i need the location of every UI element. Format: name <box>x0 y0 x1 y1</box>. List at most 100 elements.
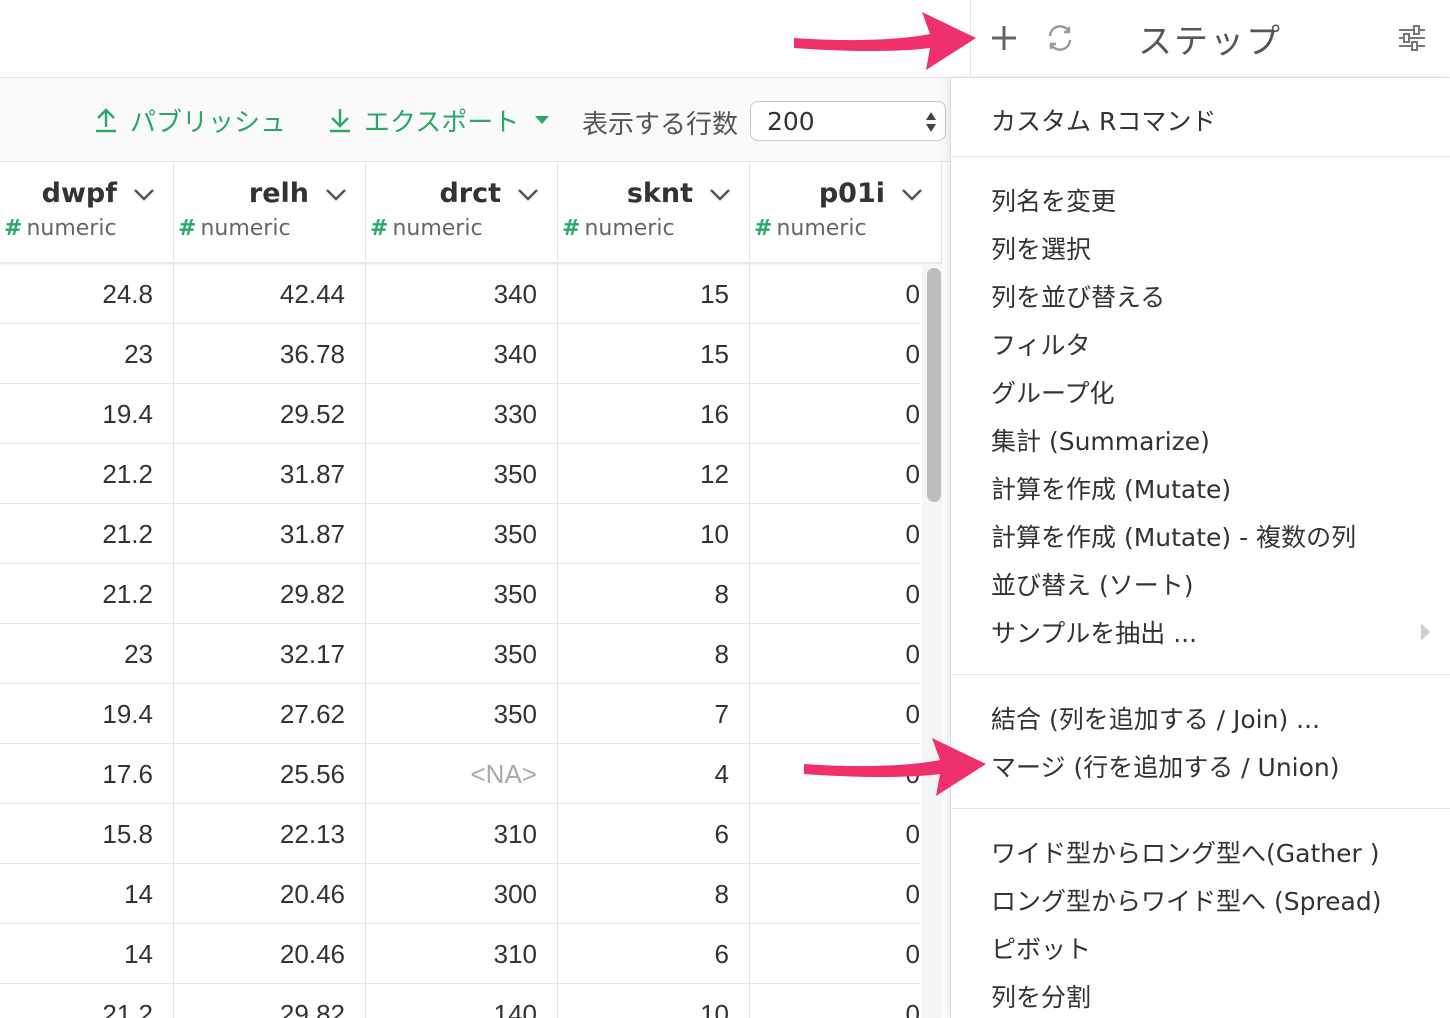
table-cell[interactable]: 21.2 <box>0 984 174 1018</box>
export-button[interactable]: エクスポート <box>328 102 550 138</box>
table-cell[interactable]: 350 <box>366 564 558 624</box>
table-cell[interactable]: 350 <box>366 684 558 744</box>
table-cell[interactable]: 31.87 <box>174 504 366 564</box>
chevron-down-icon[interactable] <box>709 186 731 202</box>
column-header-p01i[interactable]: p01i # numeric <box>750 162 942 262</box>
menu-item-pivot[interactable]: ピボット <box>991 930 1091 966</box>
table-row[interactable]: 19.4 27.62 350 7 0 <box>0 684 920 744</box>
table-cell[interactable]: 140 <box>366 984 558 1018</box>
table-cell[interactable]: 0 <box>750 264 920 324</box>
column-header-dwpf[interactable]: dwpf # numeric <box>0 162 174 262</box>
menu-item-split-column[interactable]: 列を分割 <box>991 978 1091 1014</box>
table-cell[interactable]: 8 <box>558 624 750 684</box>
table-row[interactable]: 14 20.46 300 8 0 <box>0 864 920 924</box>
table-cell[interactable]: 0 <box>750 624 920 684</box>
table-cell[interactable]: 23 <box>0 624 174 684</box>
menu-item-mutate-multiple[interactable]: 計算を作成 (Mutate) - 複数の列 <box>991 518 1356 554</box>
table-cell[interactable]: 7 <box>558 684 750 744</box>
table-row[interactable]: 14 20.46 310 6 0 <box>0 924 920 984</box>
table-cell[interactable]: 310 <box>366 924 558 984</box>
menu-item-filter[interactable]: フィルタ <box>991 326 1091 362</box>
table-cell[interactable]: 12 <box>558 444 750 504</box>
table-cell[interactable]: 0 <box>750 324 920 384</box>
menu-item-group-by[interactable]: グループ化 <box>991 374 1115 410</box>
table-cell[interactable]: 14 <box>0 924 174 984</box>
menu-item-gather[interactable]: ワイド型からロング型へ(Gather ) <box>991 834 1379 870</box>
menu-item-sample[interactable]: サンプルを抽出 ... <box>991 614 1197 650</box>
table-cell[interactable]: 29.82 <box>174 564 366 624</box>
table-cell[interactable]: 36.78 <box>174 324 366 384</box>
table-row[interactable]: 19.4 29.52 330 16 0 <box>0 384 920 444</box>
table-cell[interactable]: 19.4 <box>0 384 174 444</box>
table-row[interactable]: 21.2 31.87 350 12 0 <box>0 444 920 504</box>
table-cell[interactable]: 17.6 <box>0 744 174 804</box>
menu-item-summarize[interactable]: 集計 (Summarize) <box>991 422 1210 458</box>
table-cell[interactable]: 340 <box>366 264 558 324</box>
column-header-sknt[interactable]: sknt # numeric <box>558 162 750 262</box>
table-cell[interactable]: 31.87 <box>174 444 366 504</box>
table-row[interactable]: 21.2 29.82 140 10 0 <box>0 984 920 1018</box>
table-row[interactable]: 21.2 31.87 350 10 0 <box>0 504 920 564</box>
table-cell[interactable]: 29.52 <box>174 384 366 444</box>
refresh-button[interactable] <box>1040 16 1080 60</box>
table-row[interactable]: 21.2 29.82 350 8 0 <box>0 564 920 624</box>
table-cell[interactable]: 10 <box>558 504 750 564</box>
table-cell[interactable]: 25.56 <box>174 744 366 804</box>
table-cell[interactable]: 8 <box>558 564 750 624</box>
table-cell[interactable]: 6 <box>558 804 750 864</box>
table-cell[interactable]: 300 <box>366 864 558 924</box>
table-cell[interactable]: 10 <box>558 984 750 1018</box>
chevron-down-icon[interactable] <box>517 186 539 202</box>
table-cell[interactable]: 350 <box>366 624 558 684</box>
table-row[interactable]: 23 36.78 340 15 0 <box>0 324 920 384</box>
settings-button[interactable] <box>1392 18 1432 58</box>
column-header-drct[interactable]: drct # numeric <box>366 162 558 262</box>
table-cell[interactable]: 23 <box>0 324 174 384</box>
menu-item-mutate[interactable]: 計算を作成 (Mutate) <box>991 470 1231 506</box>
chevron-down-icon[interactable] <box>901 186 923 202</box>
table-cell[interactable]: 21.2 <box>0 564 174 624</box>
table-cell[interactable]: 20.46 <box>174 924 366 984</box>
table-row[interactable]: 15.8 22.13 310 6 0 <box>0 804 920 864</box>
scrollbar-thumb[interactable] <box>927 268 941 502</box>
menu-item-union[interactable]: マージ (行を追加する / Union) <box>991 748 1340 784</box>
menu-item-select-columns[interactable]: 列を選択 <box>991 230 1091 266</box>
table-cell[interactable]: 330 <box>366 384 558 444</box>
table-cell[interactable]: 0 <box>750 924 920 984</box>
menu-item-reorder-columns[interactable]: 列を並び替える <box>991 278 1165 314</box>
table-cell[interactable]: 310 <box>366 804 558 864</box>
table-cell[interactable]: 19.4 <box>0 684 174 744</box>
table-cell[interactable]: 0 <box>750 384 920 444</box>
table-cell[interactable]: 32.17 <box>174 624 366 684</box>
table-row[interactable]: 23 32.17 350 8 0 <box>0 624 920 684</box>
table-cell[interactable]: 0 <box>750 804 920 864</box>
menu-item-sort[interactable]: 並び替え (ソート) <box>991 566 1193 602</box>
table-cell[interactable]: 21.2 <box>0 444 174 504</box>
table-cell[interactable]: 0 <box>750 444 920 504</box>
table-cell[interactable]: 15 <box>558 264 750 324</box>
table-cell[interactable]: 4 <box>558 744 750 804</box>
table-row[interactable]: 24.8 42.44 340 15 0 <box>0 264 920 324</box>
table-cell[interactable]: 6 <box>558 924 750 984</box>
table-cell[interactable]: 15 <box>558 324 750 384</box>
table-cell[interactable]: 29.82 <box>174 984 366 1018</box>
table-cell[interactable]: 0 <box>750 504 920 564</box>
table-cell[interactable]: <NA> <box>366 744 558 804</box>
table-cell[interactable]: 0 <box>750 984 920 1018</box>
rows-count-select[interactable]: 200 <box>750 101 946 141</box>
menu-item-rename-columns[interactable]: 列名を変更 <box>991 182 1116 218</box>
table-cell[interactable]: 42.44 <box>174 264 366 324</box>
chevron-down-icon[interactable] <box>325 186 347 202</box>
table-row[interactable]: 17.6 25.56 <NA> 4 0 <box>0 744 920 804</box>
table-cell[interactable]: 14 <box>0 864 174 924</box>
menu-item-custom-r-command[interactable]: カスタム Rコマンド <box>991 102 1216 138</box>
table-cell[interactable]: 0 <box>750 864 920 924</box>
add-step-button[interactable] <box>984 16 1024 60</box>
table-cell[interactable]: 0 <box>750 684 920 744</box>
chevron-down-icon[interactable] <box>133 186 155 202</box>
table-cell[interactable]: 24.8 <box>0 264 174 324</box>
menu-item-join[interactable]: 結合 (列を追加する / Join) ... <box>991 700 1320 736</box>
table-cell[interactable]: 20.46 <box>174 864 366 924</box>
table-cell[interactable]: 350 <box>366 504 558 564</box>
table-cell[interactable]: 0 <box>750 744 920 804</box>
